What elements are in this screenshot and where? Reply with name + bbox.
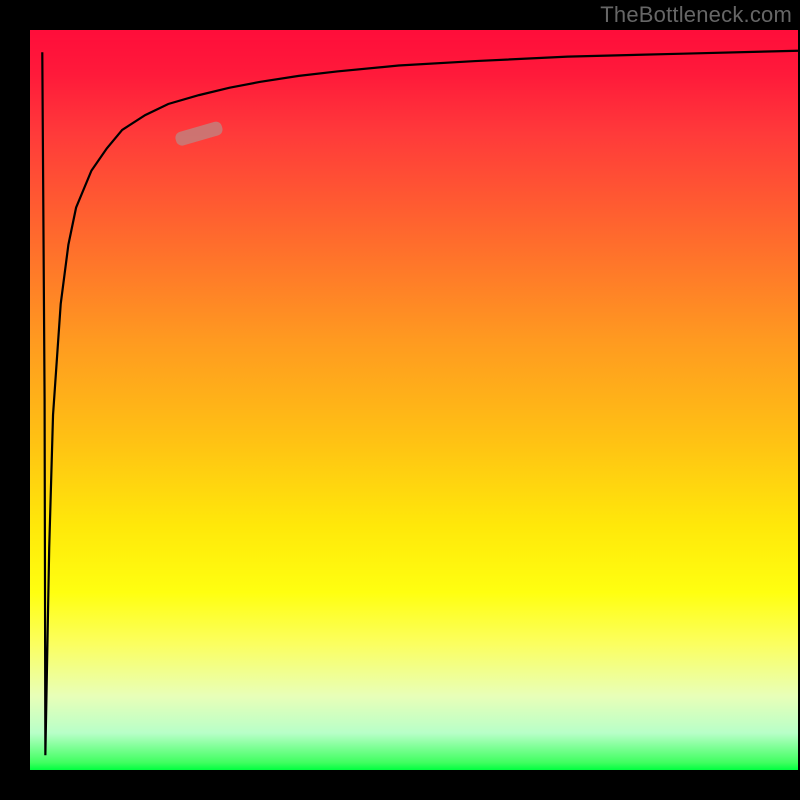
watermark-text: TheBottleneck.com xyxy=(600,2,792,28)
curve-marker xyxy=(174,120,224,147)
chart-svg xyxy=(30,30,798,770)
plot-area xyxy=(30,30,798,770)
bottleneck-curve-line xyxy=(42,51,798,755)
